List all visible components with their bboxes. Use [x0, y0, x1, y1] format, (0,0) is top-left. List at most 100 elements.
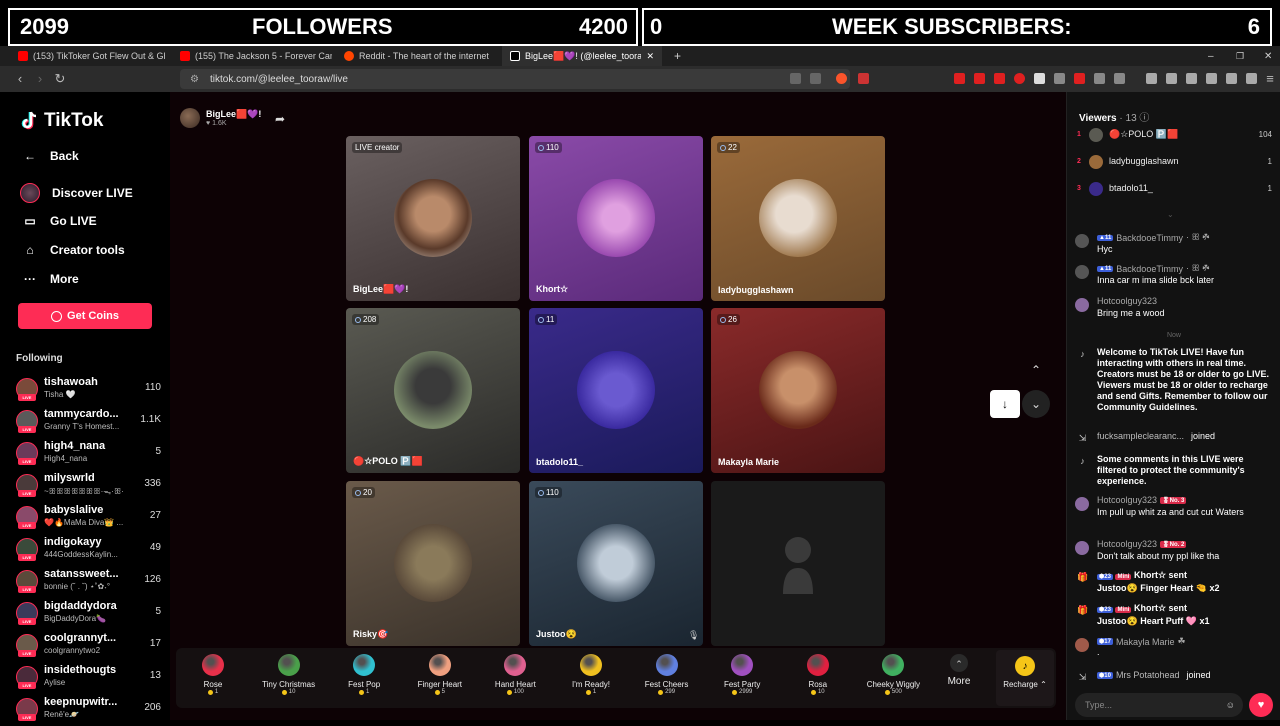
wallet-icon[interactable] — [1206, 73, 1217, 84]
chat-username[interactable]: BackdooeTimmy — [1116, 233, 1183, 243]
following-item[interactable]: LIVE insidethougts Aylise 13 — [16, 664, 161, 694]
info-icon[interactable]: ⓘ — [1139, 113, 1149, 124]
gift-target[interactable]: Justoo😵 — [1097, 583, 1138, 593]
guest-name[interactable]: Khort☆ — [536, 284, 568, 295]
avatar[interactable] — [1075, 265, 1089, 279]
extension-icon[interactable] — [974, 73, 985, 84]
menu-creator-tools[interactable]: ⌂ Creator tools — [22, 242, 124, 258]
chat-username[interactable]: Hotcoolguy323 — [1097, 296, 1157, 306]
history-icon[interactable] — [1166, 73, 1177, 84]
chat-message[interactable]: ▲11 BackdooeTimmy · ꕥ ☘ Inna car m ima sli… — [1075, 263, 1273, 287]
back-icon[interactable]: ‹ — [12, 71, 28, 87]
browser-tab[interactable]: (153) TikToker Got Flew Out & Ghost — [10, 46, 165, 66]
gift-item[interactable]: Rosa 10 — [781, 652, 855, 708]
gift-target[interactable]: Justoo😵 — [1097, 616, 1138, 626]
guest-tile[interactable]: 20 Risky🎯 — [346, 481, 520, 646]
gift-item[interactable]: Fest Pop 1 — [327, 652, 401, 708]
menu-go-live[interactable]: ▭ Go LIVE — [22, 213, 96, 229]
translate-icon[interactable] — [790, 73, 801, 84]
gift-sender[interactable]: Khort☆ — [1134, 570, 1166, 580]
gift-item[interactable]: Tiny Christmas 10 — [252, 652, 326, 708]
url-field[interactable]: ⚙ tiktok.com/@leelee_tooraw/live — [180, 69, 850, 89]
guest-name[interactable]: btadolo11_ — [536, 457, 583, 467]
following-item[interactable]: LIVE babyslalive ❤️🔥MaMa Diva👑 ... 27 — [16, 504, 161, 534]
menu-more[interactable]: ··· More — [22, 271, 79, 287]
following-item[interactable]: LIVE tammycardo... Granny T's Homest... 1.1… — [16, 408, 161, 438]
following-item[interactable]: LIVE bigdaddydora BigDaddyDora🍆 5 — [16, 600, 161, 630]
guest-name[interactable]: BigLee🟥💜! — [353, 284, 408, 295]
chat-username[interactable]: Hotcoolguy323 — [1097, 495, 1157, 505]
gift-item[interactable]: Fest Cheers 299 — [630, 652, 704, 708]
menu-icon[interactable]: ≡ — [1262, 71, 1278, 87]
download-icon[interactable] — [1146, 73, 1157, 84]
extension-icon[interactable] — [1054, 73, 1065, 84]
scroll-down-arrow-icon[interactable]: ↓ — [990, 390, 1020, 418]
top-viewer-row[interactable]: 2 ladybugglashawn 1 — [1077, 153, 1272, 173]
guest-tile[interactable]: 11 btadolo11_ — [529, 308, 703, 473]
empty-guest-slot[interactable] — [711, 481, 885, 646]
gift-more-button[interactable]: ⌃ More — [922, 652, 996, 708]
guest-tile[interactable]: 26 Makayla Marie — [711, 308, 885, 473]
guest-name[interactable]: 🔴☆POLO 🅿️🟥 — [353, 456, 423, 467]
guest-name[interactable]: Makayla Marie — [718, 457, 779, 467]
browser-tab-active[interactable]: BigLee🟥💜! (@leelee_tooraw) ✕ — [502, 46, 662, 66]
following-item[interactable]: LIVE coolgrannyt... coolgrannytwo2 17 — [16, 632, 161, 662]
chat-username[interactable]: Hotcoolguy323 — [1097, 539, 1157, 549]
chat-message[interactable]: ⬢17 Makayla Marie ☘ . — [1075, 636, 1273, 658]
get-coins-button[interactable]: Get Coins — [18, 303, 152, 329]
chat-message[interactable]: Hotcoolguy323 Bring me a wood — [1075, 296, 1273, 320]
host-name[interactable]: BigLee🟥💜! — [206, 109, 261, 120]
chat-username[interactable]: BackdooeTimmy — [1116, 264, 1183, 274]
chat-message[interactable]: Hotcoolguy323 🎖No. 2 Don't talk about my … — [1075, 539, 1273, 563]
forward-icon[interactable]: › — [32, 71, 48, 87]
browser-tab[interactable]: Reddit - The heart of the internet — [336, 46, 496, 66]
guest-tile[interactable]: 110 Justoo😵 — [529, 481, 703, 646]
chat-message[interactable]: Hotcoolguy323 🎖No. 3 Im pull up whit za a… — [1075, 495, 1273, 529]
avatar[interactable] — [1075, 541, 1089, 555]
maximize-icon[interactable]: ❐ — [1228, 46, 1252, 66]
extension-icon[interactable] — [954, 73, 965, 84]
following-item[interactable]: LIVE satanssweet... bonnie (˘ . ˘) ⋆˚✿˖° 12… — [16, 568, 161, 598]
guest-tile[interactable]: 110 Khort☆ — [529, 136, 703, 301]
close-tab-icon[interactable]: ✕ — [646, 51, 654, 62]
viewers-header[interactable]: Viewers · 13 ⓘ — [1079, 109, 1149, 124]
chat-input[interactable]: Type... ☺ — [1075, 693, 1243, 717]
close-window-icon[interactable]: ✕ — [1256, 46, 1280, 66]
tiktok-logo[interactable]: TikTok — [20, 110, 103, 132]
gift-item[interactable]: Finger Heart 5 — [403, 652, 477, 708]
chat-username[interactable]: fucksampleclearanc... — [1097, 431, 1184, 441]
guest-name[interactable]: Justoo😵 — [536, 629, 577, 640]
extension-icon[interactable] — [1014, 73, 1025, 84]
vpn-icon[interactable] — [1246, 73, 1257, 84]
leo-icon[interactable] — [1226, 73, 1237, 84]
reload-icon[interactable]: ↻ — [52, 71, 68, 87]
emoji-icon[interactable]: ☺ — [1226, 700, 1235, 710]
gift-sender[interactable]: Khort☆ — [1134, 603, 1166, 613]
host-avatar[interactable] — [180, 108, 200, 128]
minimize-icon[interactable]: – — [1200, 46, 1222, 66]
guest-tile[interactable]: LIVE creator BigLee🟥💜! — [346, 136, 520, 301]
share-arrow-icon[interactable]: ➦ — [275, 112, 285, 126]
browser-tab[interactable]: (155) The Jackson 5 - Forever Came — [172, 46, 332, 66]
host-info[interactable]: BigLee🟥💜! ♥ 1.6K — [180, 108, 261, 128]
gift-item[interactable]: Fest Party 2999 — [705, 652, 779, 708]
extension-icon[interactable] — [1034, 73, 1045, 84]
guest-name[interactable]: Risky🎯 — [353, 629, 388, 640]
extension-icon[interactable] — [994, 73, 1005, 84]
following-item[interactable]: LIVE keepnupwitr... Renē'e🪐 206 — [16, 696, 161, 726]
chat-message[interactable]: ▲11 BackdooeTimmy · ꕥ ☘ Hyc — [1075, 232, 1273, 256]
guest-tile[interactable]: 22 ladybugglashawn — [711, 136, 885, 301]
menu-discover-live[interactable]: Discover LIVE — [20, 183, 133, 203]
extension-icon[interactable] — [1114, 73, 1125, 84]
gift-item[interactable]: I'm Ready! 1 — [554, 652, 628, 708]
avatar[interactable] — [1075, 638, 1089, 652]
site-info-icon[interactable]: ⚙ — [190, 74, 199, 85]
avatar[interactable] — [1075, 234, 1089, 248]
avatar[interactable] — [1075, 497, 1089, 511]
new-tab-button[interactable]: + — [666, 46, 686, 66]
menu-back[interactable]: ← Back — [22, 148, 79, 164]
chat-username[interactable]: Mrs Potatohead — [1116, 670, 1180, 680]
guest-tile[interactable]: 208 🔴☆POLO 🅿️🟥 — [346, 308, 520, 473]
chevron-down-icon[interactable]: ⌄ — [1022, 390, 1050, 418]
gift-item[interactable]: Cheeky Wiggly 500 — [856, 652, 930, 708]
